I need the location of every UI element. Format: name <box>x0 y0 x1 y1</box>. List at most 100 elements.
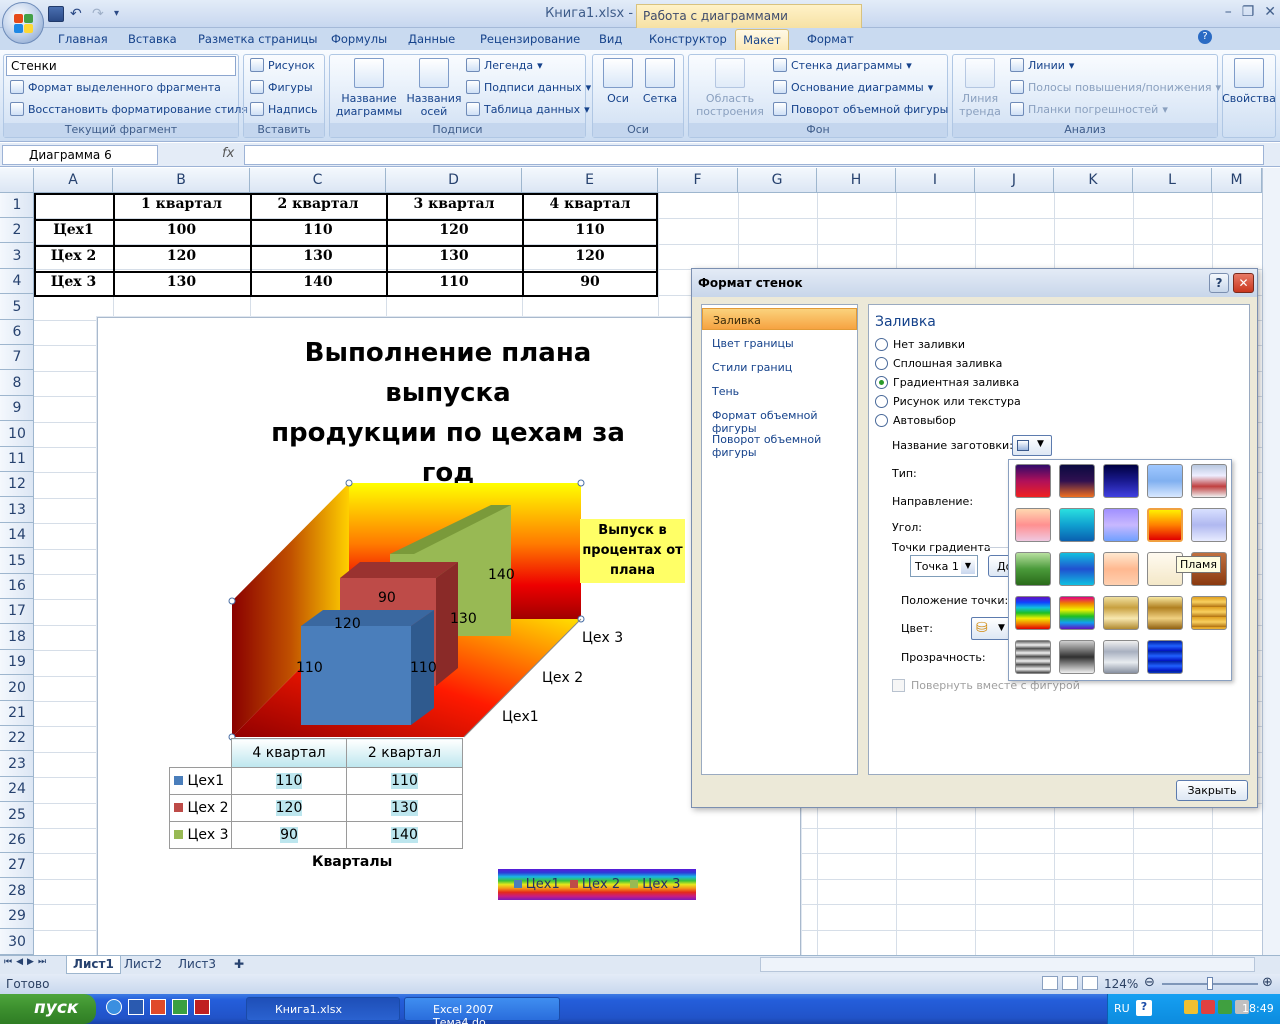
column-header[interactable]: I <box>896 168 975 193</box>
column-header[interactable]: B <box>113 168 250 193</box>
row-header[interactable]: 27 <box>0 853 34 879</box>
zoom-slider-thumb[interactable] <box>1207 977 1213 990</box>
nav-3d-rotation[interactable]: Поворот объемной фигуры <box>702 428 857 459</box>
shapes-button[interactable]: Фигуры <box>250 80 313 94</box>
radio-no-fill[interactable] <box>875 338 888 351</box>
row-header[interactable]: 12 <box>0 472 34 498</box>
cell-header[interactable]: 2 квартал <box>250 192 386 217</box>
cell[interactable]: 100 <box>113 218 250 243</box>
properties-button[interactable]: Свойства <box>1222 58 1276 105</box>
column-header[interactable]: A <box>34 168 113 193</box>
insert-function-button[interactable]: fx <box>222 146 234 161</box>
chart-data-table[interactable]: 4 квартал 2 квартал Цех1 110 110 Цех 2 1… <box>169 738 463 849</box>
tab-review[interactable]: Рецензирование <box>480 32 580 46</box>
row-header[interactable]: 20 <box>0 676 34 701</box>
excel-icon[interactable] <box>172 999 188 1015</box>
row-header[interactable]: 28 <box>0 879 34 904</box>
zoom-out-icon[interactable]: ⊖ <box>1144 975 1155 990</box>
selection-handle[interactable] <box>577 479 585 487</box>
page-layout-view-icon[interactable] <box>1062 976 1078 990</box>
sheet-tab-3[interactable]: Лист3 <box>172 956 222 974</box>
vertical-scrollbar[interactable] <box>1262 168 1280 955</box>
dialog-help-button[interactable]: ? <box>1209 273 1229 293</box>
data-label[interactable]: 140 <box>488 567 515 583</box>
plot-area-button[interactable]: Область построения <box>692 58 768 118</box>
cell[interactable]: Цех1 <box>34 218 113 243</box>
radio-solid-fill[interactable] <box>875 357 888 370</box>
cell[interactable]: 130 <box>250 244 386 269</box>
nav-fill[interactable]: Заливка <box>702 308 857 330</box>
preset-swatch[interactable] <box>1015 640 1051 674</box>
column-header[interactable]: D <box>386 168 522 193</box>
horizontal-scrollbar[interactable] <box>760 957 1255 972</box>
column-header[interactable]: F <box>658 168 738 193</box>
page-break-view-icon[interactable] <box>1082 976 1098 990</box>
row-header[interactable]: 11 <box>0 447 34 472</box>
textbox-button[interactable]: Надпись <box>250 102 318 116</box>
cell[interactable]: 110 <box>250 218 386 243</box>
row-header[interactable]: 24 <box>0 777 34 803</box>
row-header[interactable]: 16 <box>0 574 34 599</box>
column-header[interactable]: M <box>1212 168 1262 193</box>
axes-button[interactable]: Оси <box>598 58 638 105</box>
row-header[interactable]: 10 <box>0 422 34 447</box>
sheet-tab-2[interactable]: Лист2 <box>118 956 168 974</box>
chart-floor-button[interactable]: Основание диаграммы ▾ <box>773 80 933 94</box>
preset-swatch[interactable] <box>1147 464 1183 498</box>
row-header[interactable]: 25 <box>0 803 34 828</box>
preset-swatch[interactable] <box>1191 508 1227 542</box>
save-icon[interactable] <box>48 6 64 22</box>
cell[interactable]: 130 <box>113 270 250 295</box>
tab-format[interactable]: Формат <box>807 32 854 46</box>
preset-swatch[interactable] <box>1059 552 1095 586</box>
row-header[interactable]: 7 <box>0 345 34 371</box>
sheet-tab-1[interactable]: Лист1 <box>66 956 121 974</box>
preset-swatch[interactable] <box>1015 508 1051 542</box>
preset-swatch[interactable] <box>1103 464 1139 498</box>
preset-swatch[interactable] <box>1147 596 1183 630</box>
column-header[interactable]: C <box>250 168 386 193</box>
cell[interactable]: Цех 3 <box>34 270 113 295</box>
x-axis-title[interactable]: Кварталы <box>312 854 392 870</box>
preset-swatch[interactable] <box>1059 640 1095 674</box>
preset-swatch-flame[interactable] <box>1147 508 1183 542</box>
nav-shadow[interactable]: Тень <box>702 380 857 402</box>
cell-header[interactable]: 4 квартал <box>522 192 658 217</box>
selection-handle[interactable] <box>345 479 353 487</box>
column-header[interactable]: E <box>522 168 658 193</box>
cell[interactable]: 120 <box>522 244 658 269</box>
minimize-icon[interactable]: – <box>1225 4 1232 20</box>
row-header[interactable]: 19 <box>0 650 34 676</box>
preset-swatch[interactable] <box>1103 640 1139 674</box>
axis-titles-button[interactable]: Названия осей <box>406 58 462 118</box>
preset-swatch[interactable] <box>1103 508 1139 542</box>
ie-icon[interactable] <box>106 999 122 1015</box>
chart-annotation[interactable]: Выпуск в процентах от плана <box>580 519 685 583</box>
row-header[interactable]: 30 <box>0 930 34 955</box>
dialog-title[interactable]: Формат стенок <box>692 269 1257 297</box>
cell[interactable]: 120 <box>386 218 522 243</box>
help-icon[interactable]: ? <box>1198 30 1212 44</box>
select-all-corner[interactable] <box>0 168 34 193</box>
data-label[interactable]: 90 <box>378 590 396 606</box>
format-selection-button[interactable]: Формат выделенного фрагмента <box>10 80 221 94</box>
trendline-button[interactable]: Линия тренда <box>956 58 1004 118</box>
radio-picture-fill[interactable] <box>875 395 888 408</box>
cell[interactable]: 110 <box>386 270 522 295</box>
row-header[interactable]: 17 <box>0 599 34 625</box>
data-labels-button[interactable]: Подписи данных ▾ <box>466 80 591 94</box>
row-header[interactable]: 26 <box>0 828 34 853</box>
row-header[interactable]: 1 <box>0 193 34 218</box>
radio-automatic[interactable] <box>875 414 888 427</box>
tray-icon[interactable] <box>1218 1000 1232 1014</box>
row-header[interactable]: 18 <box>0 625 34 650</box>
row-header[interactable]: 29 <box>0 904 34 930</box>
cell[interactable]: 140 <box>250 270 386 295</box>
color-picker-button[interactable]: ⛁ ▼ <box>971 617 1011 640</box>
row-header[interactable]: 22 <box>0 726 34 752</box>
tab-data[interactable]: Данные <box>408 32 455 46</box>
column-header[interactable]: K <box>1054 168 1133 193</box>
row-header[interactable]: 8 <box>0 371 34 396</box>
3d-rotation-button[interactable]: Поворот объемной фигуры <box>773 102 948 116</box>
updown-bars-button[interactable]: Полосы повышения/понижения ▾ <box>1010 80 1221 94</box>
